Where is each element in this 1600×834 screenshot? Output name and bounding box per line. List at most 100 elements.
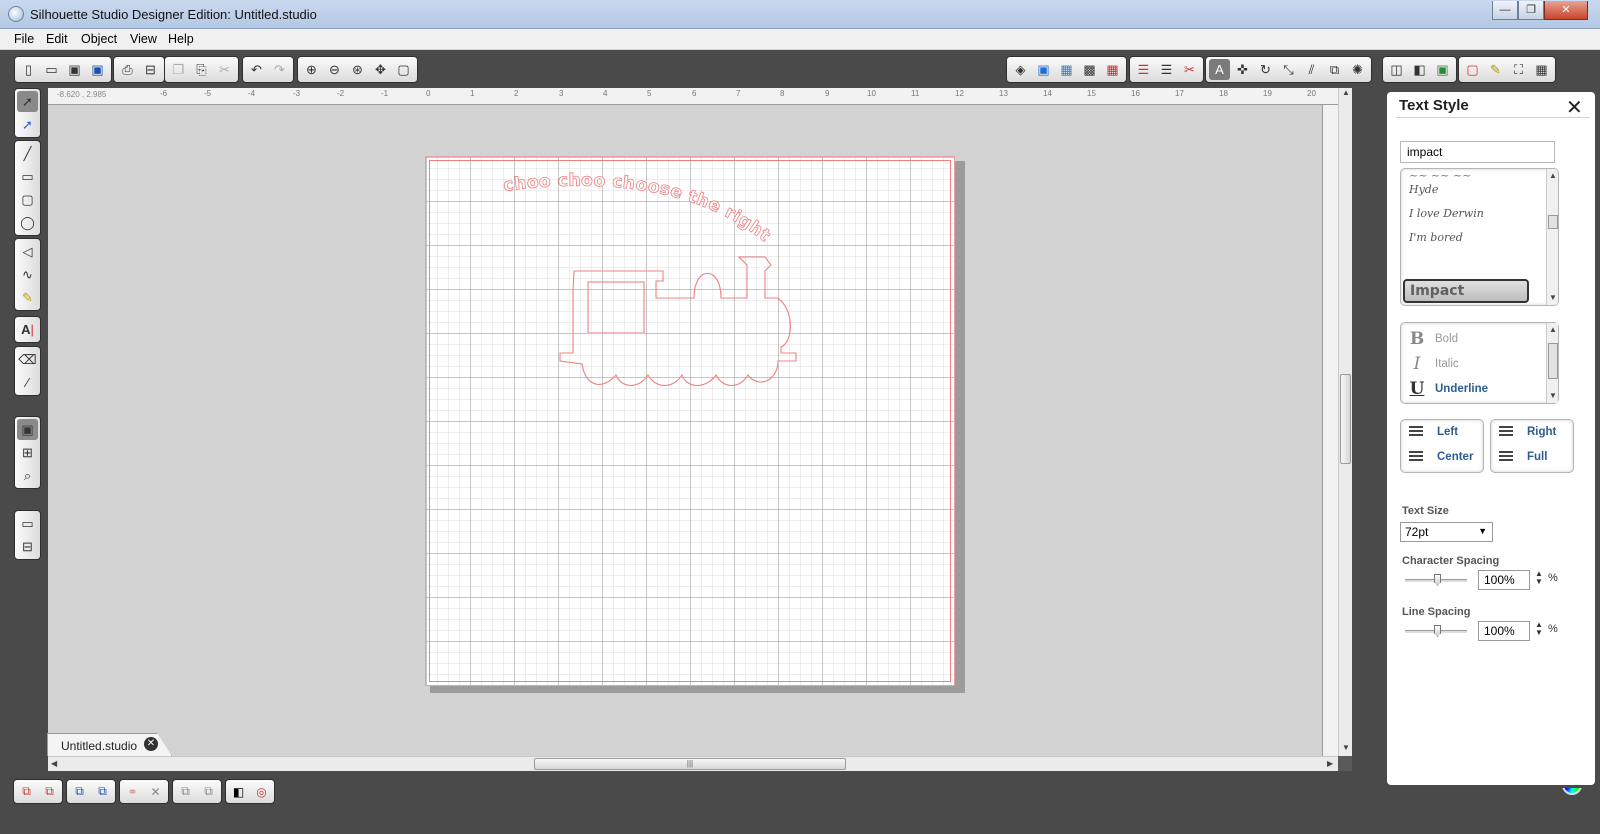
font-list-item[interactable]: Hyde [1409,183,1438,196]
select-arrow-icon[interactable]: ➚ [17,91,38,112]
character-spacing-stepper[interactable]: ▲ ▼ [1535,570,1543,586]
bring-to-front-icon[interactable]: ⧉ [176,782,195,801]
scroll-down-arrow[interactable]: ▼ [1342,743,1350,752]
font-list-item-selected[interactable]: Impact [1403,279,1529,303]
polygon-tool-icon[interactable]: ◁ [17,241,38,262]
align-left-option[interactable]: Left [1409,426,1458,438]
save-to-library-icon[interactable]: ▣ [87,59,108,80]
drag-zoom-icon[interactable]: ✥ [370,59,391,80]
copy-icon[interactable]: ❐ [168,59,189,80]
library-icon[interactable]: ◫ [1386,59,1407,80]
fullscreen-icon[interactable]: ⛶ [1508,59,1529,80]
page-setup-icon[interactable]: ▣ [1033,59,1054,80]
knife-tool-icon[interactable]: ⁄ [17,372,38,393]
store-icon[interactable]: ◧ [1409,59,1430,80]
close-button[interactable]: ✕ [1544,1,1588,20]
line-tool-icon[interactable]: ╱ [17,143,38,164]
align-right-option[interactable]: Right [1499,426,1556,438]
font-scroll-down[interactable]: ▼ [1549,293,1557,302]
replicate-icon[interactable]: ⧉ [1324,59,1345,80]
cut-style-icon[interactable]: ✂ [1179,59,1200,80]
style-scroll-up[interactable]: ▲ [1549,325,1557,334]
fill-shape-icon[interactable]: ◧ [229,782,248,801]
offset-icon[interactable]: ◎ [252,782,271,801]
grid-settings-icon[interactable]: ▦ [1056,59,1077,80]
save-icon[interactable]: ▣ [64,59,85,80]
close-tab-icon[interactable]: ✕ [144,737,158,751]
menu-object[interactable]: Object [81,32,117,46]
scroll-left-arrow[interactable]: ◀ [51,759,57,768]
modify-icon[interactable]: ✺ [1347,59,1368,80]
rectangle-tool-icon[interactable]: ▭ [17,166,38,187]
menu-edit[interactable]: Edit [46,32,68,46]
shear-icon[interactable]: ⫽ [1301,59,1322,80]
design-view-icon[interactable]: ▣ [17,419,38,440]
underline-option[interactable]: U Underline [1409,379,1488,399]
edit-points-icon[interactable]: ➚ [17,114,38,135]
align-full-option[interactable]: Full [1499,451,1547,463]
eraser-tool-icon[interactable]: ⌫ [17,349,38,370]
ungroup-icon[interactable]: ⧉ [40,782,59,801]
line-spacing-stepper[interactable]: ▲ ▼ [1535,621,1543,637]
menu-file[interactable]: File [14,32,34,46]
font-search-input[interactable] [1400,141,1555,163]
document-tab[interactable]: Untitled.studio ✕ [47,733,172,756]
library-view-icon[interactable]: ⊞ [17,442,38,463]
line-spacing-input[interactable]: 100% [1478,621,1530,641]
split-panel-icon[interactable]: ⊟ [17,536,38,557]
undo-icon[interactable]: ↶ [246,59,267,80]
font-list-item-partial[interactable]: ~~ ~~ ~~ [1409,169,1471,182]
horizontal-scrollbar[interactable]: ◀ ||| ▶ [48,756,1338,771]
text-tool-icon[interactable]: A | [17,319,38,340]
release-compound-icon[interactable]: ⧉ [93,782,112,801]
print-icon[interactable]: ⎙ [117,59,138,80]
fit-to-page-icon[interactable]: ▢ [393,59,414,80]
group-icon[interactable]: ⧉ [17,782,36,801]
registration-marks-icon[interactable]: ▩ [1079,59,1100,80]
make-compound-icon[interactable]: ⧉ [70,782,89,801]
italic-option[interactable]: I Italic [1409,354,1459,374]
single-panel-icon[interactable]: ▭ [17,513,38,534]
rounded-rectangle-tool-icon[interactable]: ▢ [17,189,38,210]
font-list-scrollbar[interactable]: ▲ ▼ [1546,169,1558,305]
send-to-back-icon[interactable]: ⧉ [199,782,218,801]
rotate-icon[interactable]: ↻ [1255,59,1276,80]
trace-icon[interactable]: ▢ [1462,59,1483,80]
zoom-in-icon[interactable]: ⊕ [301,59,322,80]
font-list-item[interactable]: I'm bored [1409,231,1463,244]
open-icon[interactable]: ▭ [41,59,62,80]
curve-tool-icon[interactable]: ∿ [17,264,38,285]
vertical-scrollbar[interactable]: ▲ ▼ [1338,88,1352,756]
print-cut-icon[interactable]: ⊟ [140,59,161,80]
release-icon[interactable]: ✕ [146,782,165,801]
horizontal-scroll-thumb[interactable]: ||| [534,758,846,770]
new-file-icon[interactable]: ▯ [18,59,39,80]
style-scroll-thumb[interactable] [1548,343,1558,379]
vertical-scroll-thumb[interactable] [1340,374,1351,464]
line-style-icon[interactable]: ☰ [1156,59,1177,80]
font-scroll-thumb[interactable] [1548,215,1558,229]
zoom-out-icon[interactable]: ⊖ [324,59,345,80]
align-center-option[interactable]: Center [1409,451,1473,463]
character-spacing-slider[interactable] [1405,574,1467,586]
text-size-select[interactable]: 72pt ▼ [1400,522,1493,542]
character-spacing-input[interactable]: 100% [1478,570,1530,590]
grid-toggle-icon[interactable]: ▦ [1531,59,1552,80]
minimize-button[interactable]: — [1492,1,1518,20]
paste-icon[interactable]: ⎘ [191,59,212,80]
text-style-icon[interactable]: A [1209,59,1230,80]
style-scroll-down[interactable]: ▼ [1549,391,1557,400]
store-view-icon[interactable]: ⌕ [17,465,38,486]
line-color-icon[interactable]: ☰ [1133,59,1154,80]
scroll-right-arrow[interactable]: ▶ [1327,759,1333,768]
menu-view[interactable]: View [130,32,157,46]
send-to-cutter-icon[interactable]: ▣ [1432,59,1453,80]
bold-option[interactable]: B Bold [1409,329,1458,349]
line-spacing-slider[interactable] [1405,625,1467,637]
zoom-select-icon[interactable]: ⊛ [347,59,368,80]
redo-icon[interactable]: ↷ [269,59,290,80]
font-list[interactable]: ~~ ~~ ~~ Hyde I love Derwin I'm bored Im… [1400,168,1559,306]
style-list-scrollbar[interactable]: ▲ ▼ [1546,323,1558,403]
scroll-up-arrow[interactable]: ▲ [1342,88,1350,97]
scale-icon[interactable]: ⤡ [1278,59,1299,80]
